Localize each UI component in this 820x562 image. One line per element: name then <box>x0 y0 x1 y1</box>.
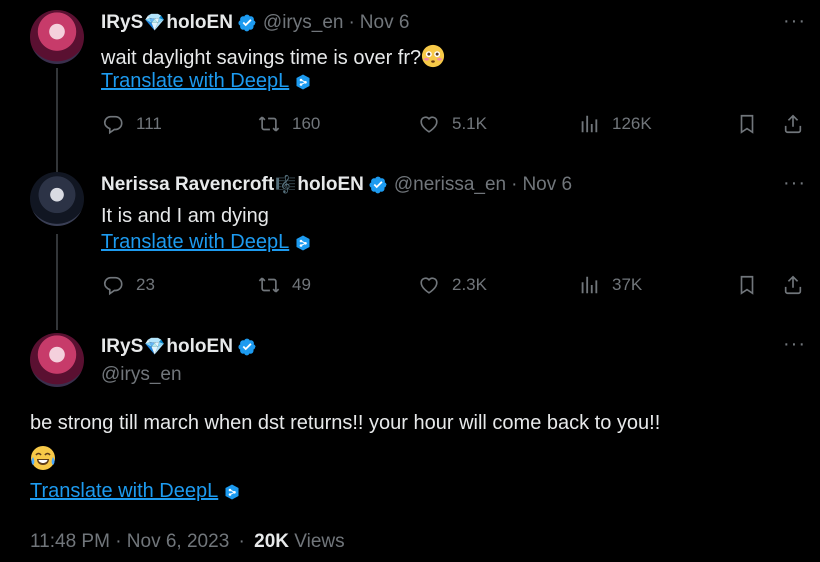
gem-icon: 💎 <box>144 337 166 356</box>
tweet-text: It is and I am dying <box>101 205 269 227</box>
display-name[interactable]: IRyS <box>101 12 143 34</box>
repost-count: 49 <box>292 275 311 294</box>
tweet-date[interactable]: Nov 6 <box>360 12 410 34</box>
repost-button[interactable]: 160 <box>258 113 320 135</box>
deepl-icon <box>295 235 311 251</box>
reply-icon <box>102 113 124 135</box>
like-icon <box>418 113 440 135</box>
thread-connector-line <box>56 234 58 330</box>
more-options-button[interactable]: ··· <box>783 333 806 356</box>
avatar[interactable] <box>30 10 84 64</box>
share-button[interactable] <box>782 274 816 296</box>
views-button[interactable]: 37K <box>578 274 642 296</box>
repost-button[interactable]: 49 <box>258 274 311 296</box>
avatar[interactable] <box>30 172 84 226</box>
translate-link[interactable]: Translate with DeepL <box>101 70 311 93</box>
more-options-button[interactable]: ··· <box>783 172 806 195</box>
display-name-suffix[interactable]: holoEN <box>166 12 233 34</box>
share-icon <box>782 274 804 296</box>
views-icon <box>578 113 600 135</box>
verified-badge-icon[interactable] <box>237 337 257 357</box>
verified-badge-icon[interactable] <box>237 13 257 33</box>
flushed-face-emoji-icon <box>421 44 445 68</box>
views-button[interactable]: 126K <box>578 113 652 135</box>
bookmark-icon <box>736 274 758 296</box>
translate-link[interactable]: Translate with DeepL <box>30 480 240 503</box>
action-bar: 111 160 5.1K 126K <box>100 113 812 143</box>
bookmark-icon <box>736 113 758 135</box>
more-options-button[interactable]: ··· <box>783 10 806 33</box>
display-name-suffix[interactable]: holoEN <box>297 174 364 196</box>
music-note-icon: 🎼 <box>275 175 297 194</box>
user-handle[interactable]: @irys_en <box>101 364 182 386</box>
like-count: 5.1K <box>452 114 487 133</box>
gem-icon: 💎 <box>144 13 166 32</box>
reply-button[interactable]: 23 <box>102 274 155 296</box>
tweet-date[interactable]: Nov 6 <box>522 174 572 196</box>
repost-icon <box>258 113 280 135</box>
avatar[interactable] <box>30 333 84 387</box>
timestamp[interactable]: 11:48 PM · Nov 6, 2023 <box>30 531 229 552</box>
user-handle[interactable]: @irys_en <box>263 12 344 34</box>
reply-count: 111 <box>136 114 162 133</box>
views-label: Views <box>294 531 345 552</box>
action-bar: 23 49 2.3K 37K <box>100 274 812 304</box>
bookmark-button[interactable] <box>736 274 770 296</box>
like-count: 2.3K <box>452 275 487 294</box>
view-count: 37K <box>612 275 643 294</box>
tweet-meta: 11:48 PM · Nov 6, 2023 · 20K Views <box>30 531 345 553</box>
separator-dot: · <box>348 12 355 33</box>
deepl-icon <box>224 484 240 500</box>
repost-icon <box>258 274 280 296</box>
tweet-text: be strong till march when dst returns!! … <box>30 412 661 434</box>
display-name[interactable]: Nerissa Ravencroft <box>101 174 274 196</box>
reply-icon <box>102 274 124 296</box>
tweet-text: wait daylight savings time is over fr? <box>101 44 445 70</box>
share-button[interactable] <box>782 113 816 135</box>
separator-dot: · <box>511 174 518 195</box>
separator-dot: · <box>238 531 245 552</box>
share-icon <box>782 113 804 135</box>
display-name-suffix[interactable]: holoEN <box>166 336 233 358</box>
repost-count: 160 <box>292 114 321 133</box>
like-icon <box>418 274 440 296</box>
reply-count: 23 <box>136 275 155 294</box>
display-name[interactable]: IRyS <box>101 336 143 358</box>
translate-link[interactable]: Translate with DeepL <box>101 231 311 254</box>
view-count: 126K <box>612 114 652 133</box>
verified-badge-icon[interactable] <box>368 175 388 195</box>
deepl-icon <box>295 74 311 90</box>
like-button[interactable]: 5.1K <box>418 113 487 135</box>
bookmark-button[interactable] <box>736 113 770 135</box>
user-handle[interactable]: @nerissa_en <box>394 174 506 196</box>
view-count: 20K <box>254 531 290 552</box>
thread-connector-line <box>56 68 58 172</box>
like-button[interactable]: 2.3K <box>418 274 487 296</box>
tears-of-joy-emoji-icon <box>30 445 56 471</box>
views-icon <box>578 274 600 296</box>
reply-button[interactable]: 111 <box>102 113 162 135</box>
